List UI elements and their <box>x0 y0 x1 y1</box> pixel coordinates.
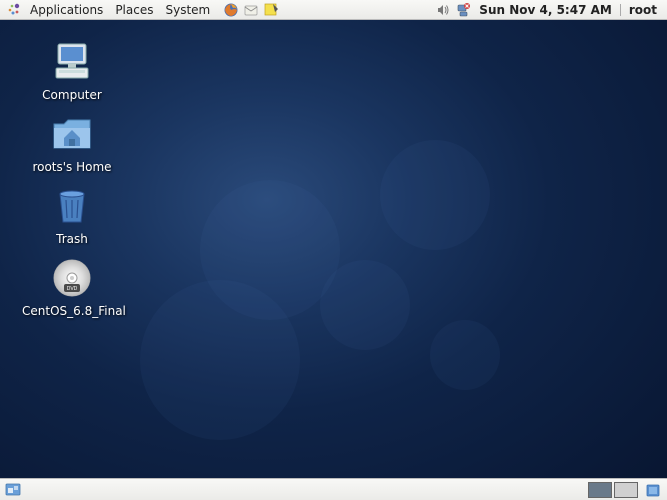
trash-icon[interactable]: Trash <box>22 182 122 246</box>
home-folder-icon[interactable]: roots's Home <box>22 110 122 174</box>
trash-glyph-icon <box>48 182 96 230</box>
computer-glyph-icon <box>48 38 96 86</box>
computer-icon[interactable]: Computer <box>22 38 122 102</box>
applications-menu[interactable]: Applications <box>24 1 109 19</box>
trash-label: Trash <box>22 232 122 246</box>
trash-applet-icon[interactable] <box>644 481 662 499</box>
workspace-2[interactable] <box>614 482 638 498</box>
disc-icon[interactable]: DVD CentOS_6.8_Final <box>22 254 122 318</box>
panel-divider <box>620 4 621 16</box>
volume-icon[interactable] <box>434 1 452 19</box>
network-icon[interactable] <box>454 1 472 19</box>
workspace-1[interactable] <box>588 482 612 498</box>
firefox-launcher-icon[interactable] <box>222 1 240 19</box>
top-panel: Applications Places System <box>0 0 667 20</box>
system-menu[interactable]: System <box>159 1 216 19</box>
home-folder-label: roots's Home <box>22 160 122 174</box>
gnome-logo-icon[interactable] <box>5 1 23 19</box>
dvd-glyph-icon: DVD <box>48 254 96 302</box>
mail-launcher-icon[interactable] <box>242 1 260 19</box>
svg-text:DVD: DVD <box>67 286 78 292</box>
notes-launcher-icon[interactable] <box>262 1 280 19</box>
folder-home-glyph-icon <box>48 110 96 158</box>
desktop[interactable]: Computer roots's Home Trash <box>0 20 667 478</box>
show-desktop-button[interactable] <box>5 481 23 499</box>
places-menu[interactable]: Places <box>109 1 159 19</box>
workspace-switcher[interactable] <box>586 482 638 498</box>
user-menu[interactable]: root <box>623 3 663 17</box>
disc-label: CentOS_6.8_Final <box>22 304 122 318</box>
clock[interactable]: Sun Nov 4, 5:47 AM <box>473 3 618 17</box>
bottom-panel <box>0 478 667 500</box>
computer-label: Computer <box>22 88 122 102</box>
